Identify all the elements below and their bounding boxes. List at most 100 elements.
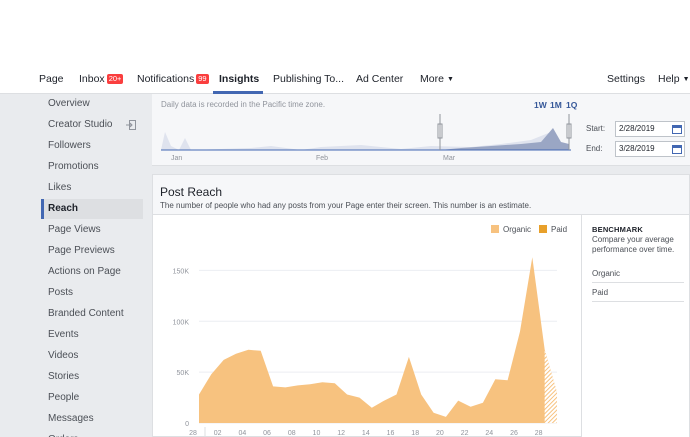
card-title: Post Reach: [160, 185, 223, 199]
sidebar-item-label: Stories: [48, 371, 80, 382]
x-tick-label: 10: [313, 430, 321, 437]
sidebar-item-label: Posts: [48, 287, 74, 298]
sidebar-item-label: Page Views: [48, 224, 101, 235]
end-date-value: 3/28/2019: [619, 144, 655, 153]
nav-inbox[interactable]: Inbox 20+: [79, 73, 124, 85]
sidebar-item-page-views[interactable]: Page Views: [41, 220, 143, 240]
x-tick-label: 18: [411, 430, 419, 437]
sidebar-item-posts[interactable]: Posts: [41, 283, 143, 303]
x-tick-label: 08: [288, 430, 296, 437]
sidebar-item-events[interactable]: Events: [41, 325, 143, 345]
calendar-icon[interactable]: [672, 144, 682, 154]
top-navigation: Page Inbox 20+ Notifications 99 Insights P…: [0, 0, 690, 94]
sidebar-item-label: Followers: [48, 140, 91, 151]
x-tick-label: 16: [387, 430, 395, 437]
legend-swatch: [539, 225, 547, 233]
legend-paid[interactable]: Paid: [539, 225, 567, 234]
sidebar-item-label: Reach: [48, 203, 79, 214]
sidebar-item-label: Overview: [48, 98, 90, 109]
y-tick-label: 50K: [177, 370, 190, 377]
x-tick-label: 22: [461, 430, 469, 437]
inbox-badge: 20+: [106, 74, 124, 84]
start-date-value: 2/28/2019: [619, 124, 655, 133]
external-link-icon: [126, 120, 136, 130]
benchmark-panel: BENCHMARK Compare your average performan…: [581, 215, 689, 437]
sidebar-item-label: Events: [48, 329, 79, 340]
sidebar-item-label: Creator Studio: [48, 119, 113, 130]
nav-publishing-tools[interactable]: Publishing To...: [273, 73, 344, 85]
card-header: Post Reach The number of people who had …: [153, 175, 689, 215]
organic-series-area[interactable]: [199, 257, 557, 423]
x-tick-label: 06: [263, 430, 271, 437]
sidebar-item-stories[interactable]: Stories: [41, 367, 143, 387]
sidebar-item-page-previews[interactable]: Page Previews: [41, 241, 143, 261]
legend-label: Paid: [551, 225, 567, 234]
x-tick-label: 20: [436, 430, 444, 437]
sidebar-item-label: Likes: [48, 182, 72, 193]
calendar-icon[interactable]: [672, 124, 682, 134]
benchmark-title: BENCHMARK: [592, 225, 643, 234]
chevron-down-icon: ▼: [446, 76, 454, 83]
sidebar-item-people[interactable]: People: [41, 388, 143, 408]
main-content: Daily data is recorded in the Pacific ti…: [152, 94, 690, 437]
sidebar-item-promotions[interactable]: Promotions: [41, 157, 143, 177]
sidebar-item-branded-content[interactable]: Branded Content: [41, 304, 143, 324]
sidebar-item-overview[interactable]: Overview: [41, 94, 143, 114]
date-range-panel: Daily data is recorded in the Pacific ti…: [152, 94, 690, 166]
x-tick-label: 14: [362, 430, 370, 437]
range-1q-button[interactable]: 1Q: [566, 100, 577, 110]
end-date-input[interactable]: 3/28/2019: [615, 141, 685, 157]
end-label: End:: [586, 144, 603, 153]
nav-notifications[interactable]: Notifications 99: [137, 73, 209, 85]
range-overview-chart[interactable]: Jan Feb Mar: [161, 114, 581, 170]
nav-ad-center[interactable]: Ad Center: [356, 73, 403, 85]
y-tick-label: 150K: [173, 268, 190, 275]
nav-page[interactable]: Page: [39, 73, 64, 85]
legend-swatch: [491, 225, 499, 233]
nav-settings[interactable]: Settings: [607, 73, 645, 85]
nav-more[interactable]: More ▼: [420, 73, 454, 85]
nav-help[interactable]: Help ▼: [658, 73, 690, 85]
sidebar-item-followers[interactable]: Followers: [41, 136, 143, 156]
benchmark-description: Compare your average performance over ti…: [592, 235, 675, 254]
sidebar-item-reach[interactable]: Reach: [41, 199, 143, 219]
sidebar-item-label: Actions on Page: [48, 266, 121, 277]
sidebar-item-videos[interactable]: Videos: [41, 346, 143, 366]
sidebar-item-likes[interactable]: Likes: [41, 178, 143, 198]
benchmark-paid[interactable]: Paid: [592, 288, 684, 302]
post-reach-card: Post Reach The number of people who had …: [152, 174, 690, 437]
x-tick-label: 28: [189, 430, 197, 437]
sidebar-item-creator-studio[interactable]: Creator Studio: [41, 115, 143, 135]
range-1m-button[interactable]: 1M: [550, 100, 562, 110]
notifications-badge: 99: [196, 74, 209, 84]
x-tick-label: 24: [485, 430, 493, 437]
x-tick-label: 04: [238, 430, 246, 437]
nav-help-label: Help: [658, 73, 680, 85]
overview-selected-area: [440, 128, 569, 150]
overview-month-label: Feb: [316, 155, 328, 162]
nav-more-label: More: [420, 73, 444, 85]
y-tick-label: 100K: [173, 319, 190, 326]
sidebar: Overview Creator Studio Followers Promotion…: [0, 94, 152, 437]
benchmark-organic[interactable]: Organic: [592, 269, 684, 283]
nav-insights[interactable]: Insights: [219, 73, 259, 85]
post-reach-chart[interactable]: 0 50K 100K 150K 28 02 04 06 08 10 12 14 16 18 20 22 24 26…: [153, 215, 581, 437]
card-subtitle: The number of people who had any posts f…: [160, 201, 532, 210]
sidebar-item-label: Branded Content: [48, 308, 124, 319]
legend-organic[interactable]: Organic: [491, 225, 531, 234]
nav-inbox-label: Inbox: [79, 73, 105, 85]
estimate-hatch-area: [544, 349, 557, 423]
x-tick-label: 12: [337, 430, 345, 437]
overview-month-label: Mar: [443, 155, 456, 162]
sidebar-item-orders[interactable]: Orders: [41, 430, 143, 437]
y-tick-label: 0: [185, 421, 189, 428]
range-1w-button[interactable]: 1W: [534, 100, 547, 110]
sidebar-item-actions-on-page[interactable]: Actions on Page: [41, 262, 143, 282]
sidebar-item-label: Promotions: [48, 161, 99, 172]
overview-month-label: Jan: [171, 155, 182, 162]
start-label: Start:: [586, 124, 606, 133]
start-date-input[interactable]: 2/28/2019: [615, 121, 685, 137]
sidebar-item-label: Page Previews: [48, 245, 115, 256]
nav-notifications-label: Notifications: [137, 73, 195, 85]
sidebar-item-messages[interactable]: Messages: [41, 409, 143, 429]
